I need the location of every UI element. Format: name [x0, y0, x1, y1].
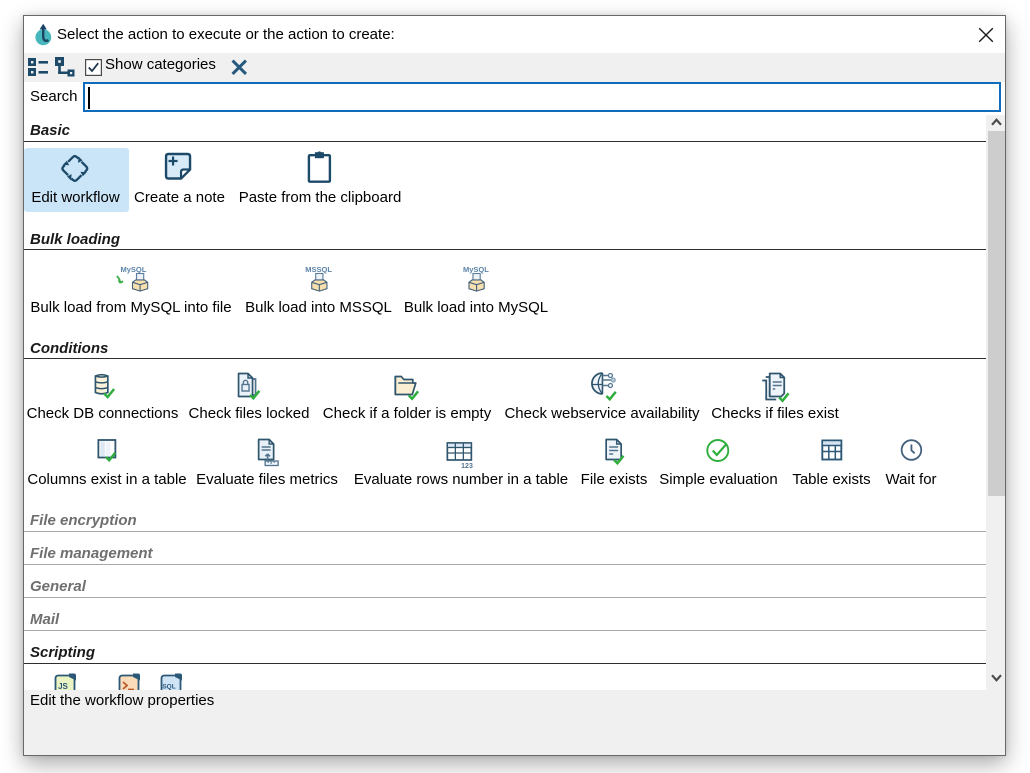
svg-text:JS: JS [58, 682, 68, 690]
svg-text:MySQL: MySQL [120, 265, 146, 274]
svg-text:MySQL: MySQL [463, 265, 489, 274]
svg-text:MSSQL: MSSQL [305, 265, 332, 274]
svg-text:123: 123 [461, 463, 473, 470]
